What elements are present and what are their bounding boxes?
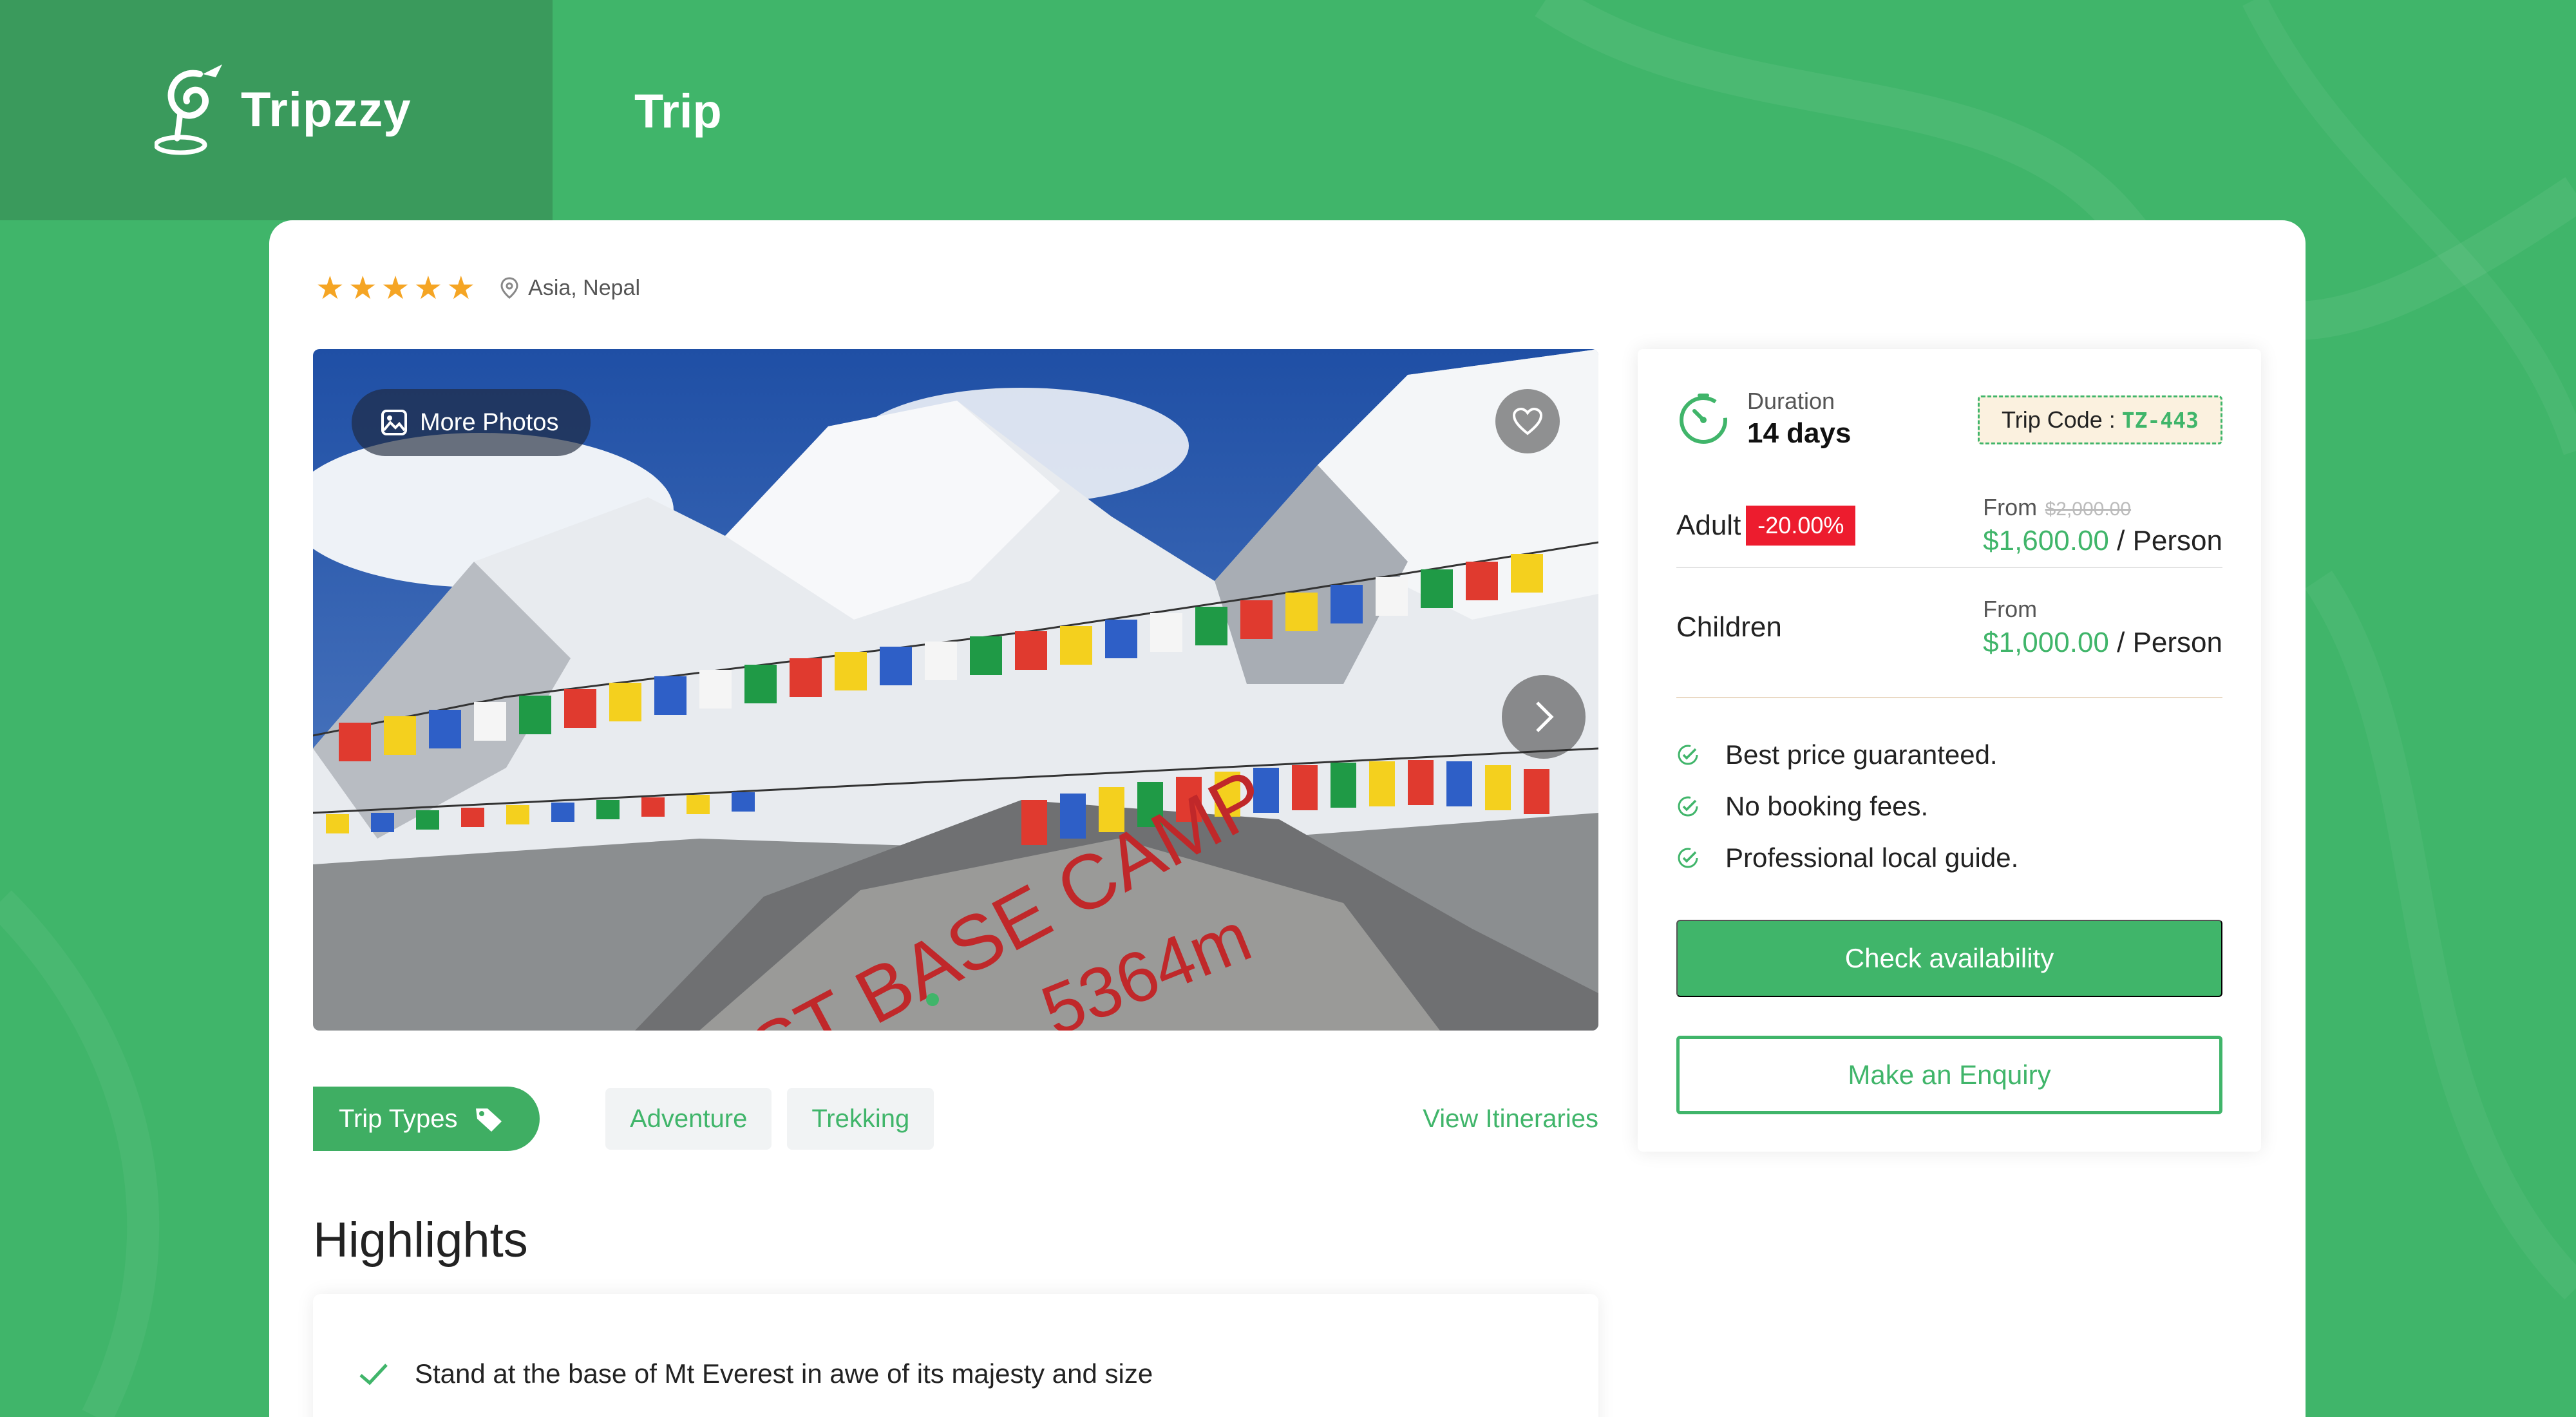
location-text: Asia, Nepal: [528, 275, 641, 300]
duration-value: 14 days: [1747, 417, 1852, 449]
page-title: Trip: [634, 84, 722, 138]
favorite-button[interactable]: [1495, 389, 1560, 453]
gallery-dot-indicator[interactable]: [926, 993, 939, 1006]
more-photos-label: More Photos: [420, 408, 559, 436]
children-price: $1,000.00: [1983, 627, 2109, 658]
brand-logo[interactable]: Tripzzy: [155, 61, 412, 158]
check-icon: [359, 1364, 388, 1385]
from-label: From: [1983, 494, 2038, 520]
tripzzy-logo-icon: [155, 64, 222, 155]
check-circle-icon: [1678, 848, 1698, 868]
check-circle-icon: [1678, 796, 1698, 817]
per-person-label: / Person: [2117, 627, 2222, 658]
highlight-item: Stand at the base of Mt Everest in awe o…: [358, 1358, 1153, 1389]
divider: [1676, 697, 2222, 698]
location-pin-icon: [500, 277, 518, 299]
tag-icon: [475, 1108, 502, 1132]
chevron-right-icon: [1536, 701, 1554, 732]
make-enquiry-button[interactable]: Make an Enquiry: [1676, 1036, 2222, 1114]
booking-panel: Duration 14 days Trip Code : TZ-443 Adul…: [1638, 349, 2261, 1152]
view-itineraries-link[interactable]: View Itineraries: [1423, 1105, 1598, 1134]
star-icon: ★: [348, 270, 377, 306]
original-price: $2,000.00: [2045, 499, 2132, 520]
children-price-row: Children From $1,000.00 / Person: [1676, 576, 2222, 679]
trip-types-label: Trip Types: [313, 1087, 540, 1151]
gallery-next-button[interactable]: [1502, 675, 1586, 759]
photo-gallery[interactable]: EST BASE CAMP 5364m More Photos: [313, 349, 1598, 1031]
check-availability-button[interactable]: Check availability: [1676, 920, 2222, 997]
trip-types-row: Trip Types Adventure Trekking View Itine…: [313, 1087, 1598, 1151]
check-circle-icon: [1678, 745, 1698, 765]
trip-location[interactable]: Asia, Nepal: [500, 276, 640, 301]
adult-price: $1,600.00: [1983, 525, 2109, 556]
children-label: Children: [1676, 611, 1782, 643]
discount-badge: -20.00%: [1746, 506, 1856, 546]
trip-card: ★ ★ ★ ★ ★ Asia, Nepal EST BASE CAMP 5364…: [269, 220, 2306, 1417]
rating-location-row: ★ ★ ★ ★ ★ Asia, Nepal: [316, 272, 640, 304]
duration-block: Duration 14 days: [1676, 388, 1851, 450]
image-icon: [381, 410, 407, 435]
star-icon: ★: [316, 270, 345, 306]
timer-icon: [1680, 394, 1727, 444]
highlight-text: Stand at the base of Mt Everest in awe o…: [415, 1358, 1153, 1389]
adult-label: Adult: [1676, 509, 1741, 541]
per-person-label: / Person: [2117, 525, 2222, 556]
more-photos-button[interactable]: More Photos: [352, 389, 591, 456]
star-icon: ★: [446, 270, 476, 306]
feature-item: Professional local guide.: [1676, 832, 2018, 884]
heart-icon: [1512, 407, 1543, 435]
highlights-title: Highlights: [313, 1213, 528, 1268]
trip-code-value: TZ-443: [2121, 407, 2199, 433]
adult-price-row: Adult -20.00% From $2,000.00 $1,600.00 /…: [1676, 484, 2222, 568]
star-rating: ★ ★ ★ ★ ★: [316, 272, 475, 304]
feature-item: No booking fees.: [1676, 781, 2018, 832]
duration-label: Duration: [1747, 388, 1835, 414]
feature-item: Best price guaranteed.: [1676, 729, 2018, 781]
from-label: From: [1983, 596, 2038, 622]
trip-type-chip[interactable]: Trekking: [787, 1088, 934, 1150]
highlights-list: Stand at the base of Mt Everest in awe o…: [313, 1294, 1598, 1417]
features-list: Best price guaranteed. No booking fees. …: [1676, 729, 2018, 884]
star-icon: ★: [413, 270, 443, 306]
trip-code-badge: Trip Code : TZ-443: [1978, 395, 2222, 444]
star-icon: ★: [381, 270, 410, 306]
trip-type-chip[interactable]: Adventure: [605, 1088, 772, 1150]
brand-name: Tripzzy: [241, 82, 412, 137]
